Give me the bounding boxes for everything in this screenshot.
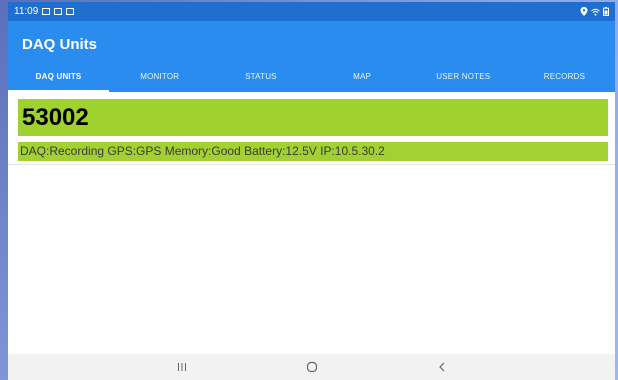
screenshot-icon	[54, 8, 63, 15]
status-time: 11:09	[14, 6, 39, 17]
tab-user-notes[interactable]: USER NOTES	[413, 62, 514, 92]
home-button[interactable]	[247, 354, 377, 380]
unit-id: 53002	[18, 99, 608, 136]
battery-icon	[603, 7, 609, 16]
home-icon	[306, 361, 317, 373]
gallery-icon	[42, 8, 51, 15]
divider	[8, 164, 615, 165]
status-left: 11:09	[14, 6, 75, 17]
tab-records[interactable]: RECORDS	[514, 62, 615, 92]
tab-bar: DAQ UNITS MONITOR STATUS MAP USER NOTES …	[8, 62, 615, 92]
list-item[interactable]: 53002 DAQ:Recording GPS:GPS Memory:Good …	[14, 97, 608, 163]
photo-icon	[66, 8, 75, 15]
status-right	[580, 7, 609, 16]
system-nav-bar	[8, 354, 615, 380]
daq-units-list: 53002 DAQ:Recording GPS:GPS Memory:Good …	[8, 92, 615, 354]
status-bar: 11:09	[8, 2, 615, 21]
back-icon	[438, 362, 444, 372]
tab-status[interactable]: STATUS	[210, 62, 311, 92]
tab-map[interactable]: MAP	[312, 62, 413, 92]
tab-daq-units[interactable]: DAQ UNITS	[8, 62, 110, 92]
tab-monitor[interactable]: MONITOR	[109, 62, 210, 92]
back-button[interactable]	[377, 354, 507, 380]
app-title: DAQ Units	[22, 36, 97, 53]
unit-status-line: DAQ:Recording GPS:GPS Memory:Good Batter…	[18, 142, 608, 161]
wifi-icon	[591, 8, 600, 16]
location-icon	[580, 7, 588, 16]
device-screen: 11:09 DAQ Units DAQ UNITS MONITOR STATUS…	[8, 2, 615, 380]
app-bar: DAQ Units DAQ UNITS MONITOR STATUS MAP U…	[8, 21, 615, 92]
recents-button[interactable]	[117, 354, 247, 380]
recents-icon	[177, 363, 186, 371]
